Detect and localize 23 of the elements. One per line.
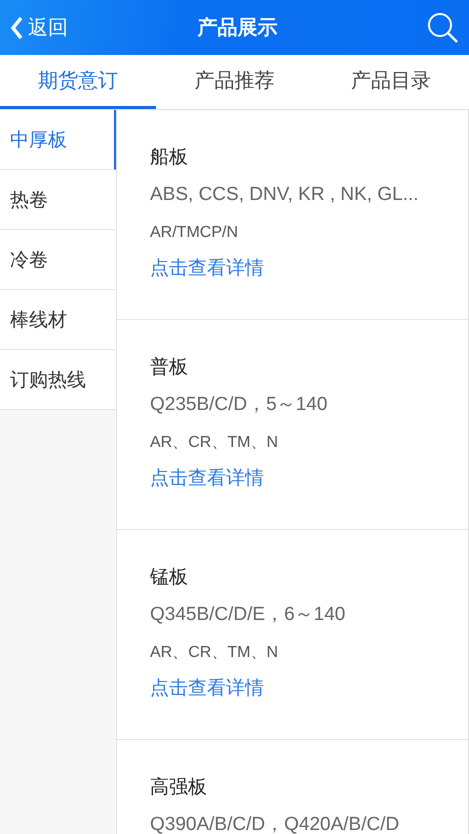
details-link[interactable]: 点击查看详情 bbox=[150, 257, 264, 281]
details-link[interactable]: 点击查看详情 bbox=[150, 467, 264, 491]
sidebar-item[interactable]: 中厚板 bbox=[0, 110, 116, 170]
product-process: AR/TMCP/N bbox=[150, 223, 238, 243]
product-spec: ABS, CCS, DNV, KR , NK, GL... bbox=[150, 183, 419, 207]
product-process: AR、CR、TM、N bbox=[150, 643, 278, 663]
sidebar-item[interactable]: 冷卷 bbox=[0, 230, 116, 290]
sidebar-item[interactable]: 订购热线 bbox=[0, 350, 116, 410]
page-title: 产品展示 bbox=[196, 16, 278, 41]
sidebar-item[interactable]: 热卷 bbox=[0, 170, 116, 230]
product-spec: Q235B/C/D，5～140 bbox=[150, 393, 328, 417]
product-name: 船板 bbox=[150, 146, 188, 170]
product-spec: Q390A/B/C/D，Q420A/B/C/D bbox=[150, 813, 400, 834]
product-name: 高强板 bbox=[150, 776, 207, 800]
details-link[interactable]: 点击查看详情 bbox=[150, 677, 264, 701]
chevron-left-icon bbox=[10, 16, 24, 40]
product-process: AR、CR、TM、N bbox=[150, 433, 278, 453]
back-button[interactable]: 返回 bbox=[10, 14, 68, 41]
product-name: 普板 bbox=[150, 356, 188, 380]
search-icon[interactable] bbox=[427, 12, 459, 44]
product-spec: Q345B/C/D/E，6～140 bbox=[150, 603, 346, 627]
sidebar-item[interactable]: 棒线材 bbox=[0, 290, 116, 350]
product-name: 锰板 bbox=[150, 566, 188, 590]
